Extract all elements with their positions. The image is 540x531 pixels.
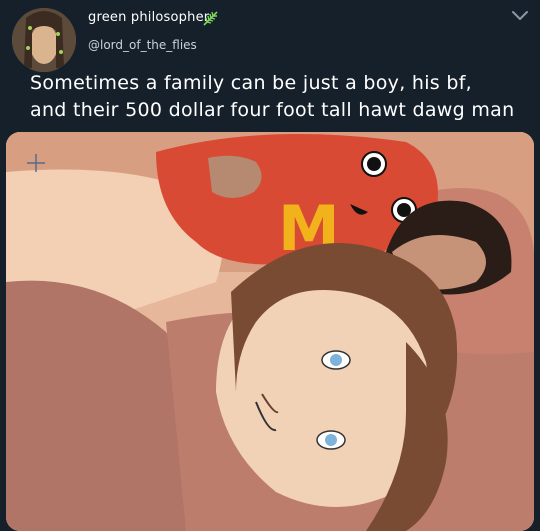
tweet-media-image[interactable]: M xyxy=(6,132,534,531)
tweet-text-line-2: and their 500 dollar four foot tall hawt… xyxy=(30,99,515,121)
avatar-image xyxy=(12,8,76,72)
tweet-text: Sometimes a family can be just a boy, hi… xyxy=(30,70,530,124)
avatar[interactable] xyxy=(12,8,76,72)
tweet-text-line-1: Sometimes a family can be just a boy, hi… xyxy=(30,72,473,94)
leaf-icon xyxy=(203,11,218,26)
handle[interactable]: @lord_of_the_flies xyxy=(88,38,197,52)
tweet: green philosopher @lord_of_the_flies Som… xyxy=(0,0,540,531)
artwork-image: M xyxy=(6,132,534,531)
display-name[interactable]: green philosopher xyxy=(88,10,209,25)
chevron-down-icon[interactable] xyxy=(508,6,532,26)
hand xyxy=(208,155,262,198)
